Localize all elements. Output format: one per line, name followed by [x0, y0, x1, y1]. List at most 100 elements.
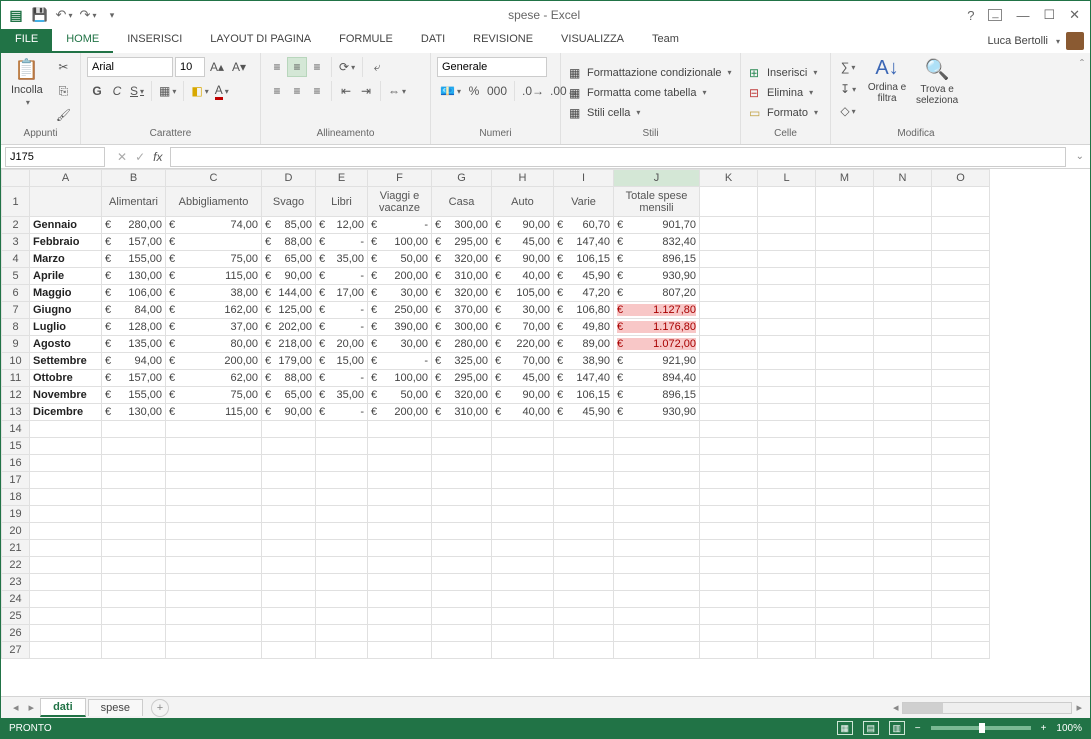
paste-button[interactable]: 📋 Incolla▾	[7, 57, 47, 107]
cell[interactable]: Ottobre	[30, 370, 102, 387]
cell[interactable]	[816, 302, 874, 319]
cell[interactable]: €1.072,00	[614, 336, 700, 353]
cell[interactable]: €47,20	[554, 285, 614, 302]
cell[interactable]: €157,00	[102, 234, 166, 251]
increase-indent-icon[interactable]: ⇥	[356, 81, 376, 101]
cell[interactable]	[816, 421, 874, 438]
cell[interactable]	[816, 523, 874, 540]
cell[interactable]: €320,00	[432, 251, 492, 268]
cell[interactable]: €218,00	[262, 336, 316, 353]
cell[interactable]	[874, 557, 932, 574]
cell[interactable]	[614, 455, 700, 472]
cell[interactable]: Aprile	[30, 268, 102, 285]
cell[interactable]: €70,00	[492, 353, 554, 370]
cell[interactable]	[368, 540, 432, 557]
cell[interactable]: €70,00	[492, 319, 554, 336]
cell[interactable]	[758, 506, 816, 523]
col-header-A[interactable]: A	[30, 170, 102, 187]
cell[interactable]	[102, 438, 166, 455]
cell[interactable]	[368, 608, 432, 625]
cell[interactable]	[316, 608, 368, 625]
col-header-C[interactable]: C	[166, 170, 262, 187]
tab-data[interactable]: DATI	[407, 29, 459, 53]
row-header-24[interactable]: 24	[2, 591, 30, 608]
cell[interactable]: €49,80	[554, 319, 614, 336]
cell[interactable]	[614, 608, 700, 625]
cell[interactable]	[758, 353, 816, 370]
cell[interactable]	[166, 421, 262, 438]
cell[interactable]	[816, 438, 874, 455]
close-icon[interactable]: ✕	[1069, 7, 1080, 23]
cell[interactable]	[166, 506, 262, 523]
cell[interactable]: €320,00	[432, 285, 492, 302]
cell[interactable]: €106,15	[554, 251, 614, 268]
cell[interactable]	[316, 438, 368, 455]
cell[interactable]	[932, 438, 990, 455]
cell[interactable]	[554, 591, 614, 608]
cell[interactable]	[932, 336, 990, 353]
undo-icon[interactable]: ↶▾	[55, 6, 73, 24]
cell[interactable]	[816, 336, 874, 353]
format-cells-button[interactable]: ▭Formato▾	[747, 104, 820, 122]
cell[interactable]	[432, 540, 492, 557]
row-header-3[interactable]: 3	[2, 234, 30, 251]
cell[interactable]: €88,00	[262, 370, 316, 387]
cell[interactable]	[492, 540, 554, 557]
cell[interactable]	[700, 353, 758, 370]
cell[interactable]	[932, 251, 990, 268]
tab-review[interactable]: REVISIONE	[459, 29, 547, 53]
cell[interactable]	[874, 353, 932, 370]
cell[interactable]	[368, 421, 432, 438]
cell[interactable]	[874, 574, 932, 591]
fill-icon[interactable]: ↧▾	[837, 79, 859, 99]
cell[interactable]	[932, 574, 990, 591]
sheet-tab-dati[interactable]: dati	[40, 698, 86, 717]
cell[interactable]: €30,00	[492, 302, 554, 319]
cell[interactable]	[758, 404, 816, 421]
cell[interactable]: €202,00	[262, 319, 316, 336]
cell[interactable]: €370,00	[432, 302, 492, 319]
cell[interactable]	[614, 506, 700, 523]
cell[interactable]	[102, 472, 166, 489]
save-icon[interactable]: 💾	[31, 6, 49, 24]
align-bottom-icon[interactable]: ≡	[307, 57, 327, 77]
cell[interactable]	[816, 404, 874, 421]
align-middle-icon[interactable]: ≡	[287, 57, 307, 77]
cell[interactable]	[492, 642, 554, 659]
cell[interactable]: €89,00	[554, 336, 614, 353]
horizontal-scrollbar[interactable]	[902, 702, 1072, 714]
cell[interactable]: €75,00	[166, 387, 262, 404]
cell[interactable]	[874, 302, 932, 319]
collapse-ribbon-icon[interactable]: ˆ	[1074, 53, 1090, 144]
cell[interactable]	[492, 574, 554, 591]
cell[interactable]	[432, 557, 492, 574]
scroll-left-icon[interactable]: ◂	[893, 701, 899, 714]
cell[interactable]	[368, 506, 432, 523]
cell[interactable]	[554, 540, 614, 557]
cell[interactable]	[262, 438, 316, 455]
cell[interactable]: €90,00	[262, 268, 316, 285]
cell[interactable]: €-	[316, 268, 368, 285]
cell[interactable]: €128,00	[102, 319, 166, 336]
cell[interactable]	[316, 557, 368, 574]
cell[interactable]: €106,00	[102, 285, 166, 302]
cell[interactable]	[166, 557, 262, 574]
cell[interactable]: €45,00	[492, 234, 554, 251]
cell[interactable]	[758, 302, 816, 319]
cell[interactable]	[700, 455, 758, 472]
cell[interactable]	[368, 591, 432, 608]
cell[interactable]	[432, 574, 492, 591]
cell[interactable]: €45,90	[554, 268, 614, 285]
cell[interactable]: €155,00	[102, 251, 166, 268]
header-cell[interactable]: Auto	[492, 187, 554, 217]
cell[interactable]	[816, 506, 874, 523]
cell[interactable]	[874, 608, 932, 625]
cell[interactable]	[492, 489, 554, 506]
row-header-7[interactable]: 7	[2, 302, 30, 319]
cell[interactable]	[30, 574, 102, 591]
cell[interactable]	[700, 608, 758, 625]
cell[interactable]	[554, 455, 614, 472]
col-header-B[interactable]: B	[102, 170, 166, 187]
formula-bar[interactable]	[170, 147, 1065, 167]
cell[interactable]: €280,00	[102, 217, 166, 234]
